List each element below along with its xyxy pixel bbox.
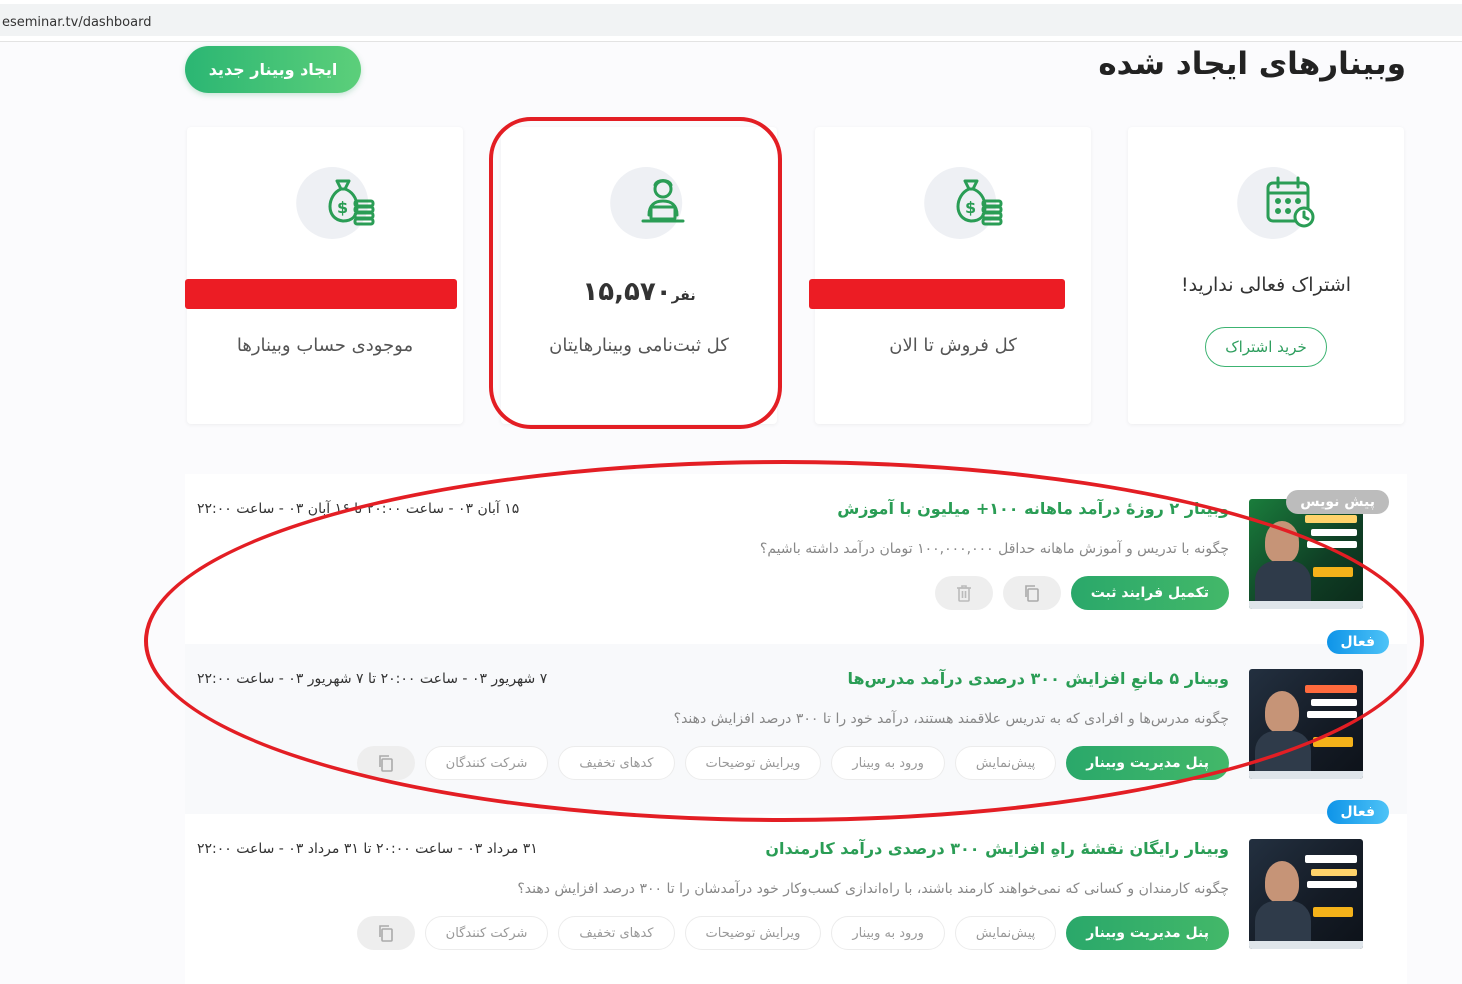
svg-text:$: $ xyxy=(337,198,348,217)
webinar-row: فعال وبینار رایگان نقشهٔ راهِ افزایش ۳۰۰… xyxy=(185,800,1407,984)
manage-webinar-button[interactable]: پنل مدیریت وبینار xyxy=(1066,916,1229,950)
webinar-actions: پنل مدیریت وبینار پیش‌نمایش ورود به وبین… xyxy=(197,915,1229,951)
participants-button[interactable]: شرکت کنندگان xyxy=(424,916,549,950)
redaction-mark xyxy=(185,279,457,309)
webinar-title[interactable]: وبینار رایگان نقشهٔ راهِ افزایش ۳۰۰ درصد… xyxy=(765,839,1229,858)
webinar-poster[interactable] xyxy=(1249,839,1363,949)
money-bag-icon: $ xyxy=(328,179,375,226)
total-sales-card: $ کل فروش تا الان xyxy=(809,127,1091,424)
preview-button[interactable]: پیش‌نمایش xyxy=(954,916,1057,950)
poster-text xyxy=(1313,907,1353,917)
browser-address-bar[interactable]: eseminar.tv/dashboard xyxy=(0,0,1462,42)
page-title: وبینارهای ایجاد شده xyxy=(1098,46,1406,82)
presenter-photo xyxy=(1265,861,1299,903)
svg-text:$: $ xyxy=(965,198,976,217)
address-field[interactable]: eseminar.tv/dashboard xyxy=(0,4,1462,36)
duplicate-button[interactable] xyxy=(356,916,415,950)
calendar-clock-icon xyxy=(1266,176,1315,228)
poster-text xyxy=(1311,869,1357,876)
webinar-description: چگونه کارمندان و کسانی که نمی‌خواهند کار… xyxy=(517,881,1229,897)
url-text: eseminar.tv/dashboard xyxy=(2,15,152,30)
create-webinar-button[interactable]: ایجاد وبینار جدید xyxy=(185,46,361,93)
status-badge: پیش نویس xyxy=(1286,490,1389,514)
discount-codes-button[interactable]: کدهای تخفیف xyxy=(558,916,675,950)
buy-subscription-button[interactable]: خرید اشتراک xyxy=(1205,327,1327,367)
poster-footer xyxy=(1249,941,1363,949)
redaction-mark xyxy=(809,279,1065,309)
money-bag-icon: $ xyxy=(956,179,1003,226)
enter-webinar-button[interactable]: ورود به وبینار xyxy=(831,916,945,950)
poster-text xyxy=(1305,855,1357,863)
poster-text xyxy=(1307,881,1357,888)
no-subscription-message: اشتراک فعالی ندارید! xyxy=(1180,274,1352,296)
annotation-highlight-ellipse xyxy=(144,460,1424,822)
total-sales-label: کل فروش تا الان xyxy=(889,335,1017,356)
subscription-card: اشتراک فعالی ندارید! خرید اشتراک xyxy=(1128,127,1404,424)
account-balance-label: موجودی حساب وبینارها xyxy=(236,335,414,356)
poster-text xyxy=(1305,515,1357,523)
copy-icon xyxy=(378,925,393,942)
poster-footer xyxy=(1249,771,1363,779)
account-balance-card: $ موجودی حساب وبینارها xyxy=(185,127,463,424)
status-badge: فعال xyxy=(1326,800,1389,824)
webinar-date: ۳۱ مرداد ۰۳ - ساعت ۲۰:۰۰ تا ۳۱ مرداد ۰۳ … xyxy=(197,841,538,857)
edit-description-button[interactable]: ویرایش توضیحات xyxy=(684,916,822,950)
poster-text xyxy=(1311,529,1357,536)
annotation-highlight-box xyxy=(489,117,782,429)
